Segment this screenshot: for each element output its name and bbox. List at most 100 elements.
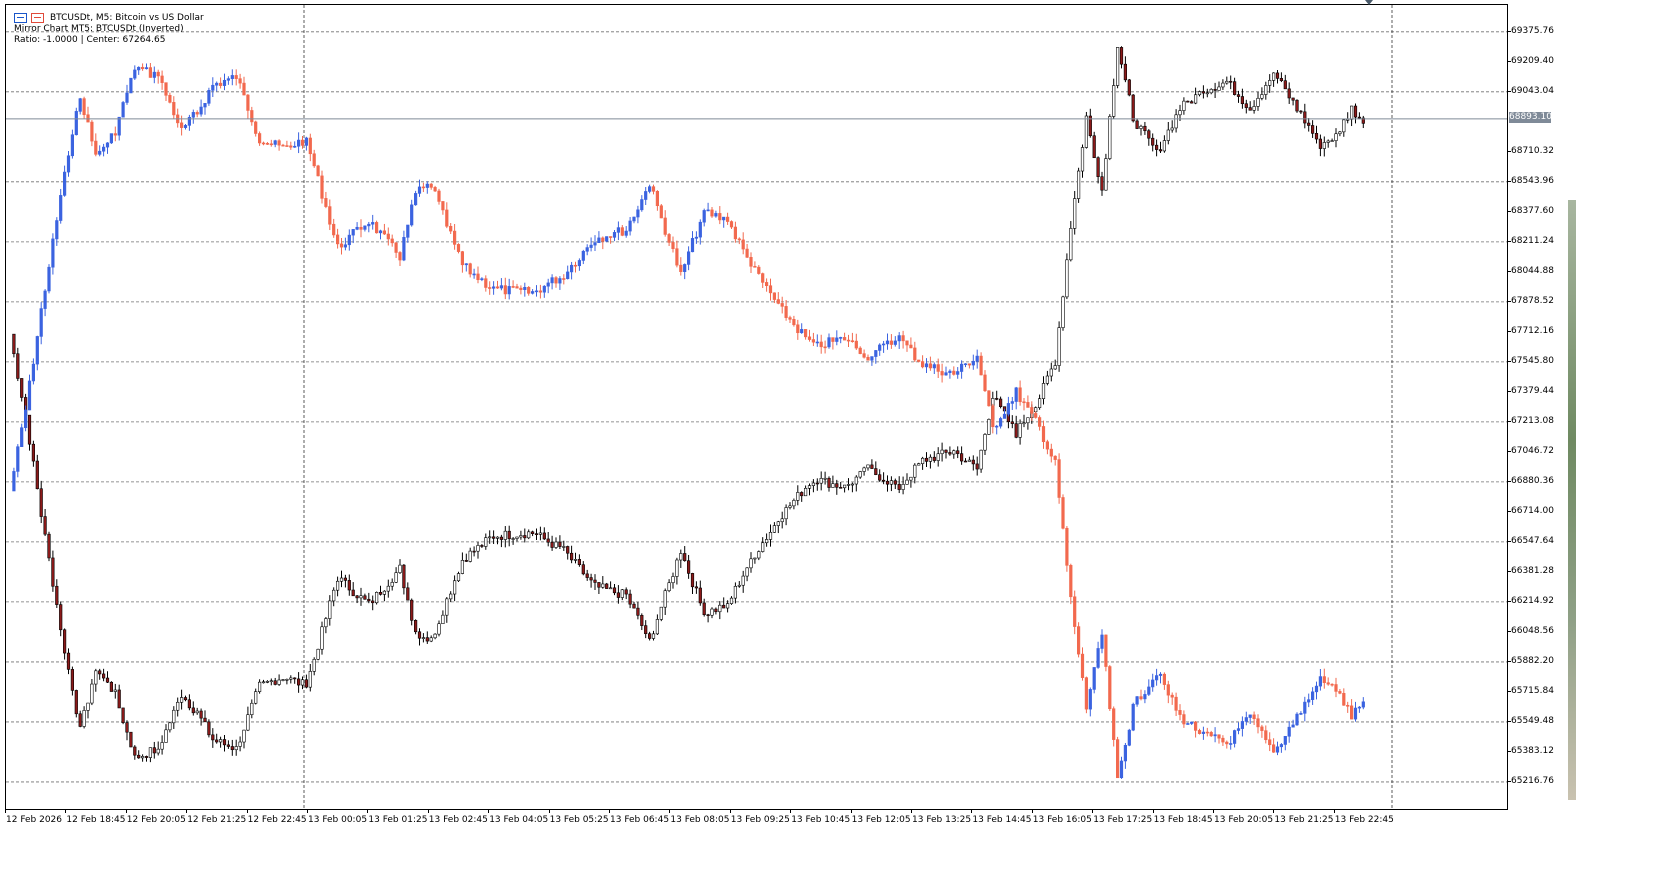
candle-body [382, 590, 387, 595]
candle-body [1065, 527, 1069, 566]
candle-body [913, 464, 917, 478]
mirror-candle [1088, 687, 1092, 717]
candle-body [1147, 130, 1151, 139]
mirror-candle [1100, 629, 1104, 654]
mirror-candle [761, 272, 765, 289]
price-candle [589, 573, 593, 588]
candle-body [733, 585, 737, 599]
mirror-candle [959, 360, 964, 379]
candle-body [1307, 122, 1311, 126]
mirror-candle [842, 332, 847, 341]
mirror-candle [90, 120, 94, 147]
price-candle [246, 706, 250, 732]
price-candle [468, 547, 472, 563]
candle-body [624, 589, 628, 595]
mirror-candle [839, 336, 843, 344]
candle-body [1190, 721, 1194, 724]
price-candle [484, 533, 488, 550]
candle-body [527, 531, 531, 539]
price-axis-tick [1508, 780, 1511, 782]
candle-body [815, 341, 819, 344]
candle-body [277, 679, 281, 685]
time-axis-label: 12 Feb 18:45 [66, 815, 126, 825]
time-axis[interactable]: 12 Feb 2026 12 Feb 18:45 12 Feb 20:05 12 Fe… [5, 810, 1508, 830]
candle-body [616, 592, 620, 598]
price-candle [1236, 90, 1241, 103]
price-candle [499, 534, 504, 548]
price-candle [285, 678, 289, 685]
price-candle [979, 449, 983, 473]
mirror-candle [367, 221, 371, 233]
price-candle [1291, 97, 1295, 106]
mirror-candle [1295, 712, 1299, 726]
candle-body [195, 710, 199, 714]
candle-body [433, 633, 437, 639]
price-candle [523, 528, 527, 543]
price-candle [679, 549, 683, 568]
price-candle [1201, 85, 1205, 99]
price-candle [554, 537, 558, 549]
price-axis-label: 65216.76 [1511, 775, 1554, 786]
candle-body [441, 614, 445, 625]
candle-body [386, 585, 390, 592]
candle-body [761, 273, 765, 283]
mirror-candle [601, 236, 605, 250]
candle-body [98, 150, 102, 155]
mirror-candle [1053, 455, 1057, 466]
mirror-candle [714, 210, 718, 218]
mirror-candle [246, 94, 250, 119]
candle-body [1108, 116, 1112, 159]
candle-body [1314, 685, 1319, 693]
mirror-candle [70, 129, 74, 159]
candle-body [683, 264, 687, 272]
candle-body [394, 242, 398, 253]
candle-body [410, 204, 414, 226]
candle-body [909, 344, 913, 349]
price-candle [445, 597, 449, 623]
candle-body [324, 198, 328, 207]
mirror-candle [710, 207, 714, 218]
mirror-candle [667, 232, 671, 247]
mirror-candle [410, 199, 414, 227]
candle-body [1279, 78, 1283, 81]
candlestick-plot[interactable] [6, 5, 1508, 810]
price-candle [363, 593, 367, 600]
price-candle [1295, 99, 1299, 113]
candle-body [491, 286, 496, 289]
candle-body [125, 92, 129, 103]
price-candle [12, 333, 16, 358]
candle-body [581, 250, 585, 261]
mirror-candle [1311, 687, 1315, 705]
candle-body [429, 183, 433, 188]
price-candle [683, 546, 687, 562]
chart-area[interactable]: BTCUSDt, M5: Bitcoin vs US Dollar Mirror… [5, 4, 1508, 810]
candle-body [1041, 383, 1046, 399]
candle-body [203, 103, 207, 108]
candle-body [659, 606, 663, 620]
price-candle [86, 702, 90, 719]
candle-body [246, 94, 250, 111]
mirror-candle [413, 190, 418, 206]
candle-body [16, 353, 20, 379]
indicator-list-icon[interactable] [14, 12, 27, 23]
price-axis[interactable]: 69375.76 69209.40 69043.04 68710.32 68543.96… [1508, 4, 1568, 810]
price-candle [55, 579, 59, 608]
mirror-candle [339, 238, 344, 255]
chart-type-icon[interactable] [31, 12, 44, 23]
mirror-candle [1194, 720, 1198, 738]
mirror-candle [1018, 380, 1022, 406]
candle-body [1248, 107, 1252, 111]
candle-body [238, 78, 242, 84]
candle-body [581, 564, 585, 575]
price-candle [788, 502, 792, 510]
mirror-candle [1287, 721, 1291, 743]
mirror-candle [390, 234, 394, 247]
candle-body [66, 155, 71, 173]
price-axis-tick [1508, 570, 1511, 572]
price-candle [1080, 144, 1085, 178]
chart-shift-marker-icon[interactable] [1365, 0, 1373, 5]
mirror-candle [1057, 453, 1061, 504]
candle-body [683, 553, 687, 562]
mirror-candle [109, 133, 113, 144]
mirror-candle [289, 141, 293, 150]
